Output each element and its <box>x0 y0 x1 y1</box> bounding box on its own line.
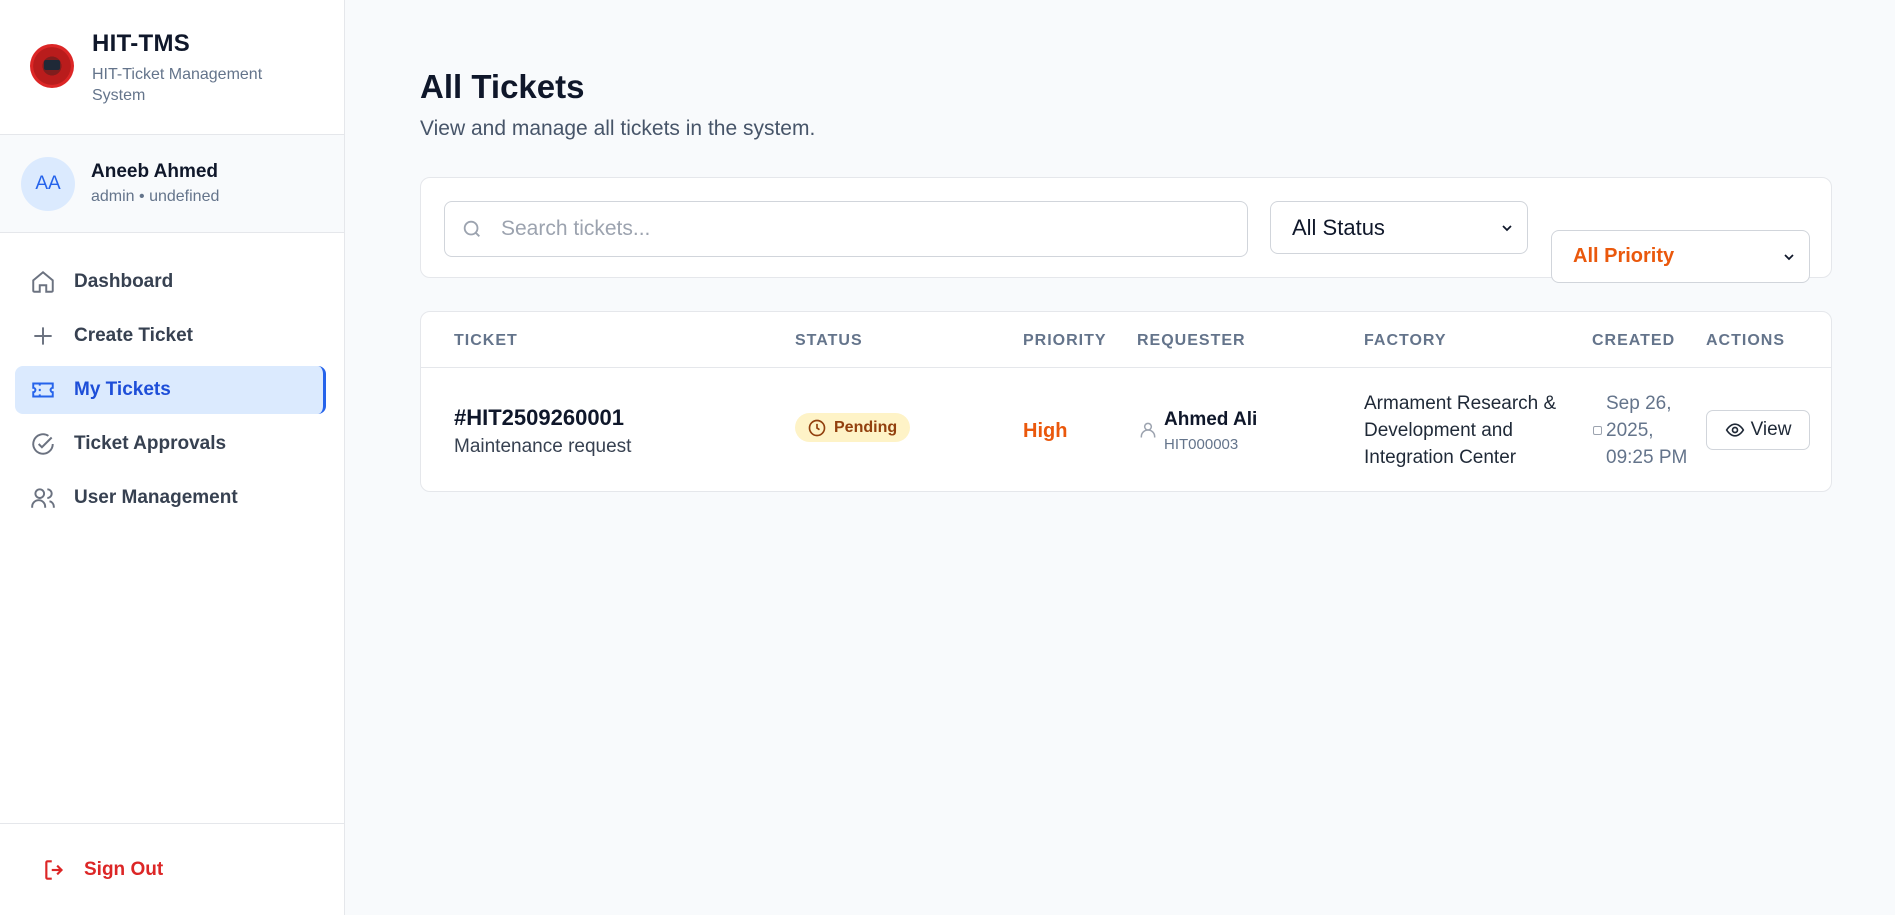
brand-subtitle: HIT-Ticket Management System <box>92 66 263 104</box>
view-button-label: View <box>1750 419 1792 440</box>
filter-bar: All Status All Priority <box>420 177 1832 283</box>
sidebar-item-label: Dashboard <box>74 271 174 292</box>
sidebar-item-user-management[interactable]: User Management <box>15 474 326 522</box>
status-filter-value: All Status <box>1292 214 1385 240</box>
sidebar-item-create-ticket[interactable]: Create Ticket <box>15 312 326 360</box>
sidebar-nav: Dashboard Create Ticket My Tickets Ticke… <box>0 233 344 522</box>
avatar: AA <box>21 156 75 211</box>
tickets-table: TICKET STATUS PRIORITY REQUESTER FACTORY… <box>420 311 1832 492</box>
chevron-down-icon <box>1784 253 1794 260</box>
sidebar-item-label: User Management <box>74 487 238 508</box>
factory-name: Armament Research & Development and Inte… <box>1364 393 1557 468</box>
column-header-factory[interactable]: FACTORY <box>1364 332 1447 350</box>
status-filter-select[interactable]: All Status <box>1270 201 1528 254</box>
calendar-icon <box>1593 426 1602 435</box>
sidebar-item-label: My Tickets <box>74 379 171 400</box>
sidebar-item-my-tickets[interactable]: My Tickets <box>15 366 326 414</box>
user-profile: AA Aneeb Ahmed admin • undefined <box>0 135 344 233</box>
eye-icon <box>1725 423 1744 437</box>
users-icon <box>31 488 55 508</box>
ticket-icon <box>32 382 54 398</box>
column-header-ticket[interactable]: TICKET <box>454 332 518 350</box>
check-circle-icon <box>32 433 54 455</box>
column-header-created[interactable]: CREATED <box>1592 332 1675 350</box>
status-badge-label: Pending <box>834 418 898 436</box>
search-box[interactable] <box>444 201 1248 257</box>
search-input[interactable] <box>501 217 1221 241</box>
brand-header: HIT-TMS HIT-Ticket Management System <box>0 0 344 135</box>
brand-logo <box>30 44 74 88</box>
brand-title: HIT-TMS <box>92 30 191 57</box>
column-header-priority[interactable]: PRIORITY <box>1023 332 1107 350</box>
ticket-id: #HIT2509260001 <box>454 405 625 430</box>
created-date: Sep 26, 2025, 09:25 PM <box>1606 393 1688 468</box>
chevron-down-icon <box>1502 224 1512 231</box>
priority-value: High <box>1023 420 1068 442</box>
sidebar-footer: Sign Out <box>0 823 344 915</box>
table-row[interactable]: #HIT2509260001 Maintenance request Pendi… <box>421 368 1831 492</box>
requester-name: Ahmed Ali <box>1164 409 1258 430</box>
sidebar-item-ticket-approvals[interactable]: Ticket Approvals <box>15 420 326 468</box>
sidebar: HIT-TMS HIT-Ticket Management System AA … <box>0 0 345 915</box>
sidebar-item-label: Create Ticket <box>74 325 193 346</box>
user-info: Aneeb Ahmed admin • undefined <box>91 161 219 206</box>
sign-out-button[interactable]: Sign Out <box>42 857 163 883</box>
sign-out-label: Sign Out <box>84 858 164 880</box>
priority-filter-value: All Priority <box>1573 245 1675 267</box>
column-header-status[interactable]: STATUS <box>795 332 863 350</box>
home-icon <box>32 270 54 293</box>
search-icon <box>463 220 480 237</box>
requester-id: HIT000003 <box>1164 436 1239 453</box>
user-name: Aneeb Ahmed <box>91 161 219 182</box>
brand-text: HIT-TMS HIT-Ticket Management System <box>92 30 282 106</box>
logout-icon <box>45 859 64 880</box>
table-header: TICKET STATUS PRIORITY REQUESTER FACTORY… <box>421 312 1831 368</box>
priority-filter-select[interactable]: All Priority <box>1551 230 1810 283</box>
plus-icon <box>34 327 52 345</box>
page-subtitle: View and manage all tickets in the syste… <box>420 117 816 140</box>
column-header-actions: ACTIONS <box>1706 332 1785 349</box>
page-title: All Tickets <box>420 68 585 105</box>
status-badge: Pending <box>795 413 911 442</box>
ticket-title: Maintenance request <box>454 436 632 457</box>
view-button[interactable]: View <box>1706 410 1810 450</box>
column-header-requester[interactable]: REQUESTER <box>1137 332 1246 350</box>
user-icon <box>1140 422 1156 438</box>
user-role: admin • undefined <box>91 188 220 205</box>
sidebar-item-label: Ticket Approvals <box>74 433 227 454</box>
clock-icon <box>808 419 826 436</box>
sidebar-item-dashboard[interactable]: Dashboard <box>15 258 326 306</box>
